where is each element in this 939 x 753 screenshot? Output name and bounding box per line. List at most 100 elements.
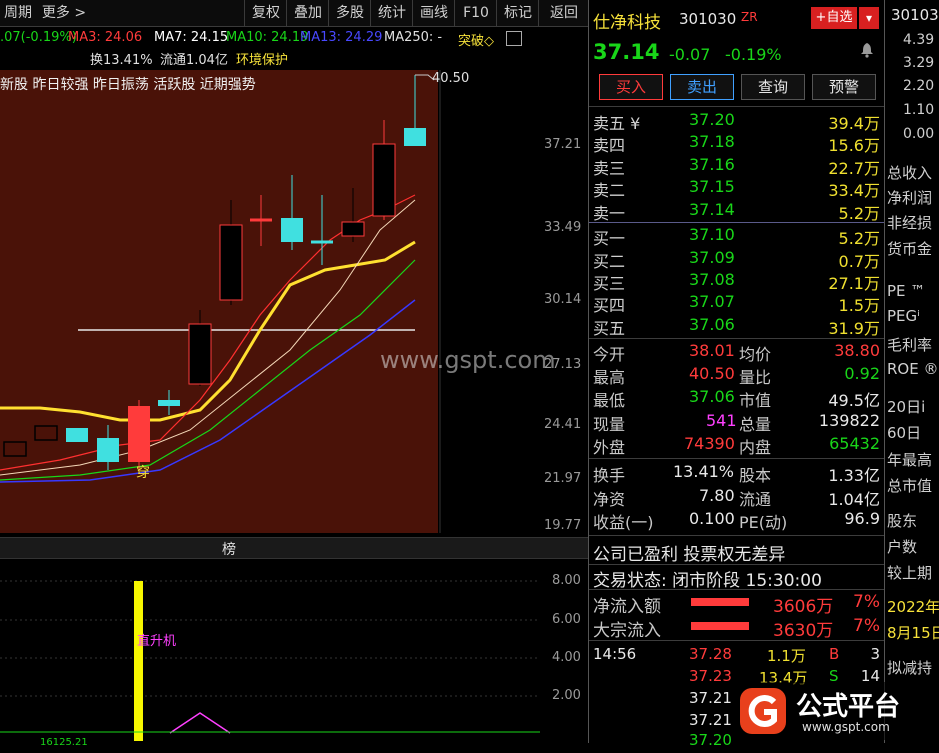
tick-price: 37.21 [689, 689, 732, 707]
draw-line-button[interactable]: 画线 [412, 0, 455, 26]
stat-label: 总量 [739, 415, 772, 434]
side-label: PE ™ [887, 282, 926, 300]
candle [128, 406, 150, 462]
side-scale: 0.00 [903, 126, 935, 142]
mark-button[interactable]: 标记 [496, 0, 539, 26]
candle [281, 218, 303, 242]
candle [372, 143, 396, 217]
stat-label: 今开 [593, 345, 626, 364]
stat-value: 74390 [684, 434, 735, 453]
bid-volume: 27.1万 [828, 274, 880, 293]
bid-price: 37.10 [689, 225, 735, 244]
fund-row: 换手 13.41% 股本 1.33亿 [589, 462, 884, 485]
indicator-label: 直升机 [137, 634, 177, 649]
side-scale: 3.29 [903, 55, 935, 71]
tick-price: 37.20 [689, 731, 732, 749]
bid-volume: 5.2万 [838, 229, 880, 248]
bid-price: 37.09 [689, 248, 735, 267]
logo-text: 公式平台 [796, 692, 901, 722]
candle [219, 224, 243, 301]
candle [158, 400, 180, 406]
side-label: 拟减持 [887, 659, 933, 677]
bid-label: 买四 [593, 296, 626, 315]
side-label: 8月15日 [887, 624, 939, 642]
fund-value: 1.33亿 [828, 466, 880, 485]
stat-value: 38.01 [689, 341, 735, 360]
fuquan-button[interactable]: 复权 [244, 0, 287, 26]
alert-button[interactable]: 预警 [812, 74, 876, 100]
stock-name: 仕净科技 [593, 13, 661, 33]
y-tick: 6.00 [552, 612, 581, 627]
y-tick: 24.41 [544, 417, 582, 432]
bid-row: 买二 37.09 0.7万 [589, 248, 884, 271]
side-label: 户数 [887, 538, 918, 556]
back-button[interactable]: 返回 [538, 0, 589, 26]
ask-volume: 39.4万 [828, 114, 880, 133]
add-watchlist-button[interactable]: +自选 [811, 7, 857, 29]
stat-label: 量比 [739, 368, 772, 387]
flow-label: 大宗流入 [593, 621, 661, 641]
stat-value: 40.50 [689, 364, 735, 383]
tick-count: 3 [870, 645, 880, 663]
float-text: 流通1.04亿 [160, 53, 228, 68]
y-tick: 33.49 [544, 220, 582, 235]
quote-panel: 仕净科技 301030 ZR +自选 ▾ 37.14 -0.07 -0.19% … [589, 0, 884, 749]
multi-stock-button[interactable]: 多股 [328, 0, 371, 26]
tick-volume: 1.1万 [767, 647, 806, 665]
ask-volume: 22.7万 [828, 159, 880, 178]
stat-label: 最低 [593, 391, 626, 410]
y-tick: 4.00 [552, 650, 581, 665]
price-change-pct: -0.19% [725, 45, 782, 64]
ask-price: 37.16 [689, 155, 735, 174]
candle [341, 221, 365, 237]
stock-code: 301030 [679, 10, 737, 28]
stat-value: 541 [706, 411, 737, 430]
watchlist-dropdown[interactable]: ▾ [859, 7, 879, 29]
bid-price: 37.06 [689, 315, 735, 334]
ask-label: 卖一 [593, 204, 626, 223]
chuan-marker: 穿 [136, 465, 150, 481]
stat-row: 外盘 74390 内盘 65432 [589, 434, 884, 457]
turnover-text: 换13.41% [90, 53, 153, 68]
side-label: 2022年 [887, 598, 939, 616]
f10-button[interactable]: F10 [454, 0, 497, 26]
y-tick: 21.97 [544, 471, 582, 486]
buy-button[interactable]: 买入 [599, 74, 663, 100]
period-button[interactable]: 周期 [0, 0, 36, 26]
ask-volume: 15.6万 [828, 136, 880, 155]
fund-value: 0.100 [689, 509, 735, 528]
bell-icon[interactable] [859, 42, 875, 58]
ask-price: 37.15 [689, 177, 735, 196]
y-tick: 37.21 [544, 137, 582, 152]
tick-price: 37.23 [689, 667, 732, 685]
bid-volume: 1.5万 [838, 296, 880, 315]
flow-pct: 7% [853, 592, 880, 612]
tick-time: 14:56 [593, 645, 637, 663]
y-tick: 2.00 [552, 688, 581, 703]
sub-chart-title: 榜 [222, 542, 236, 558]
fund-value: 13.41% [673, 462, 735, 481]
flow-label: 净流入额 [593, 597, 661, 617]
stat-row: 最低 37.06 市值 49.5亿 [589, 387, 884, 410]
collapse-icon[interactable] [506, 31, 522, 46]
candle [97, 438, 119, 462]
overlay-button[interactable]: 叠加 [286, 0, 329, 26]
fund-label: 流通 [739, 490, 772, 509]
candle [3, 441, 27, 457]
side-code: 30103 [891, 6, 939, 24]
more-button[interactable]: 更多 > [36, 0, 92, 26]
sell-button[interactable]: 卖出 [670, 74, 734, 100]
candle [66, 428, 88, 442]
stock-flag: ZR [741, 10, 758, 24]
ma7-label: MA7: 24.15 [154, 30, 229, 45]
query-button[interactable]: 查询 [741, 74, 805, 100]
ask-price: 37.18 [689, 132, 735, 151]
side-label: 股东 [887, 512, 918, 530]
y-tick: 19.77 [544, 518, 582, 533]
ma10-label: MA10: 24.19 [226, 30, 309, 45]
trade-status: 交易状态: 闭市阶段 15:30:00 [593, 571, 822, 591]
stats-button[interactable]: 统计 [370, 0, 413, 26]
y-tick: 8.00 [552, 573, 581, 588]
fund-label: 换手 [593, 466, 626, 485]
candle [34, 425, 58, 441]
